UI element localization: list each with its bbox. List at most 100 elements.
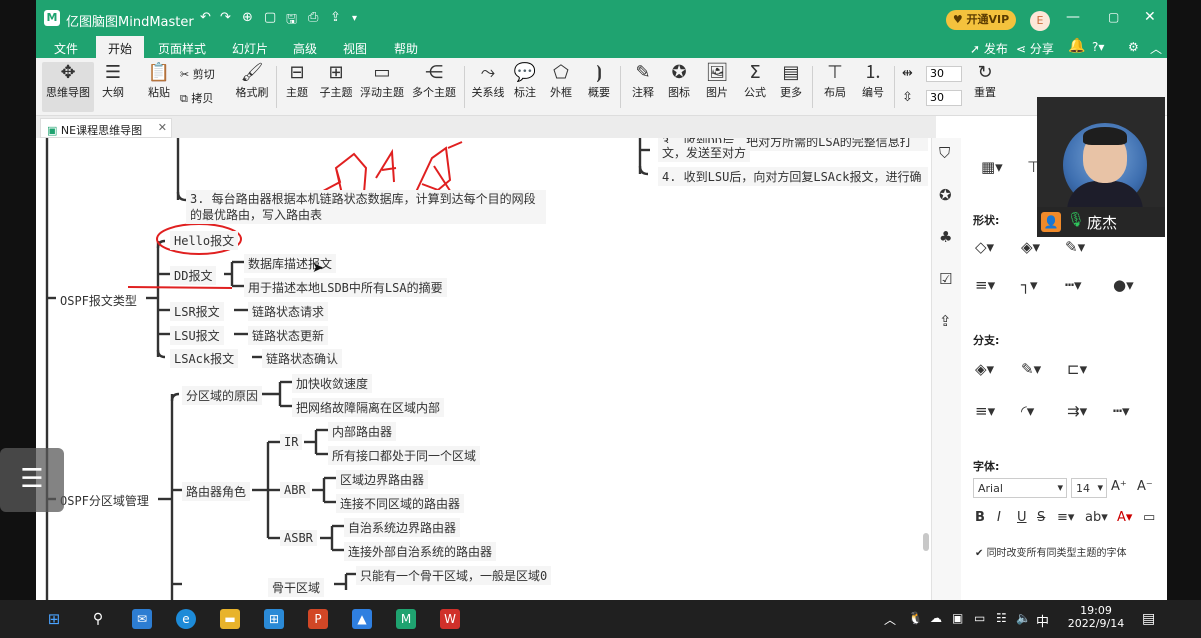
menu-slides[interactable]: 幻灯片 (232, 40, 268, 57)
ir-detail-node[interactable]: 所有接口都处于同一个区域 (328, 446, 481, 465)
tray-app-icon[interactable]: ☁ (930, 611, 942, 625)
backbone-desc-node[interactable]: 只能有一个骨干区域，一般是区域0 (356, 566, 552, 585)
asbr-desc-node[interactable]: 自治系统边界路由器 (344, 518, 461, 537)
asbr-detail-node[interactable]: 连接外部自治系统的路由器 (344, 542, 497, 561)
lsu-packet-node[interactable]: LSU报文 (170, 326, 224, 345)
copy-button[interactable]: ⧉ 拷贝 (180, 90, 213, 106)
border-color-icon[interactable]: ✎▾ (1065, 238, 1085, 256)
backbone-area-node[interactable]: 骨干区域 (268, 578, 325, 597)
router-role-node[interactable]: 路由器角色 (182, 482, 251, 501)
lsr-desc-node[interactable]: 链路状态请求 (248, 302, 329, 321)
reason-isolation-node[interactable]: 把网络故障隔离在区域内部 (292, 398, 445, 417)
open-icon[interactable]: ▢ (264, 10, 276, 25)
route-calc-step-node[interactable]: 3. 每台路由器根据本机链路状态数据库，计算到达每个目的网段的最优路由，写入路由… (186, 190, 546, 224)
tray-chevron-icon[interactable]: ︿ (884, 611, 896, 628)
branch-arrow-icon[interactable]: ⇉▾ (1067, 402, 1087, 420)
outline-view-button[interactable]: ☰ 大纲 (98, 62, 128, 100)
font-family-select[interactable]: Arial ▾ (973, 478, 1067, 498)
font-grow-icon[interactable]: A⁺ (1111, 479, 1127, 494)
tray-app-icon[interactable]: ▣ (952, 611, 963, 625)
boundary-button[interactable]: ⬠ 外框 (548, 62, 574, 100)
menu-file[interactable]: 文件 (54, 40, 78, 57)
abr-detail-node[interactable]: 连接不同区域的路由器 (336, 494, 465, 513)
help-icon[interactable]: ?▾ (1092, 40, 1104, 54)
menu-page-style[interactable]: 页面样式 (158, 40, 206, 57)
cut-button[interactable]: ✂ 剪切 (180, 66, 215, 82)
export-icon[interactable]: ⇪ (330, 10, 341, 25)
bell-icon[interactable]: 🔔 (1068, 38, 1085, 54)
wps-icon[interactable]: W (440, 609, 460, 629)
h-spacing-input[interactable]: 30 (926, 66, 962, 82)
mindmaster-taskbar-icon[interactable]: M (396, 609, 416, 629)
bold-icon[interactable]: B (975, 510, 985, 525)
note-button[interactable]: ✎ 注释 (630, 62, 656, 100)
dash-style-icon[interactable]: ┅▾ (1065, 276, 1082, 294)
layout-grid-icon[interactable]: ▦▾ (981, 158, 1003, 176)
ime-indicator[interactable]: 中 (1036, 611, 1049, 630)
same-type-font-checkbox[interactable]: ✔ 同时改变所有同类型主题的字体 (975, 544, 1127, 559)
numbering-button[interactable]: ⒈ 编号 (860, 62, 886, 100)
vertical-scrollbar[interactable] (923, 533, 929, 551)
callout-button[interactable]: 💬 标注 (512, 62, 538, 100)
lsack-desc-node[interactable]: 链路状态确认 (262, 349, 343, 368)
style-panel-icon[interactable]: ⛉ (939, 144, 950, 162)
font-color-icon[interactable]: A▾ (1117, 510, 1132, 525)
battery-icon[interactable]: ▭ (974, 611, 985, 625)
mindmap-view-button[interactable]: ✥ 思维导图 (42, 62, 94, 112)
font-size-select[interactable]: 14 ▾ (1071, 478, 1107, 498)
highlight-icon[interactable]: ab▾ (1085, 510, 1108, 525)
topic-button[interactable]: ⊟ 主题 (284, 62, 310, 100)
icon-button[interactable]: ✪ 图标 (666, 62, 692, 100)
meeting-icon[interactable]: ▲ (352, 609, 372, 629)
lsack-packet-node[interactable]: LSAck报文 (170, 349, 239, 368)
summary-button[interactable]: ⦘ 概要 (586, 62, 612, 100)
lsr-packet-node[interactable]: LSR报文 (170, 302, 224, 321)
store-icon[interactable]: ⊞ (264, 609, 284, 629)
picture-button[interactable]: 🖼 图片 (704, 62, 730, 100)
notification-icon[interactable]: ▤ (1142, 611, 1155, 627)
reason-convergence-node[interactable]: 加快收敛速度 (292, 374, 373, 393)
shape-diamond-icon[interactable]: ◇▾ (975, 238, 994, 256)
abr-desc-node[interactable]: 区域边界路由器 (336, 470, 429, 489)
close-icon[interactable]: ✕ (1144, 9, 1156, 25)
branch-color-icon[interactable]: ✎▾ (1021, 360, 1041, 378)
mail-icon[interactable]: ✉ (132, 609, 152, 629)
minimize-icon[interactable]: — (1066, 9, 1080, 25)
menu-view[interactable]: 视图 (343, 40, 367, 57)
folder-icon[interactable]: ▬ (220, 609, 240, 629)
collapse-ribbon-icon[interactable]: ︿ (1150, 40, 1162, 57)
strikethrough-icon[interactable]: S (1037, 510, 1045, 525)
clipart-panel-icon[interactable]: ♣ (939, 228, 952, 246)
floating-menu-button[interactable]: ☰ (0, 448, 64, 512)
dd-summary-node[interactable]: 用于描述本地LSDB中所有LSA的摘要 (244, 278, 447, 297)
paste-button[interactable]: 📋 粘贴 (144, 62, 174, 100)
powerpoint-icon[interactable]: P (308, 609, 328, 629)
export-panel-icon[interactable]: ⇪ (939, 312, 952, 330)
task-panel-icon[interactable]: ☑ (939, 270, 952, 288)
font-shrink-icon[interactable]: A⁻ (1137, 479, 1153, 494)
new-icon[interactable]: ⊕ (242, 10, 253, 25)
lsack-step-node[interactable]: 4. 收到LSU后，向对方回复LSAck报文，进行确 (658, 167, 928, 186)
dd-packet-node[interactable]: DD报文 (170, 266, 217, 285)
abr-node[interactable]: ABR (280, 482, 310, 498)
lsu-step-node-line2[interactable]: 文，发送至对方 (658, 143, 751, 162)
undo-icon[interactable]: ↶ (200, 10, 211, 25)
volume-icon[interactable]: 🔈 (1016, 611, 1031, 625)
menu-start[interactable]: 开始 (96, 36, 145, 58)
user-avatar[interactable]: E (1030, 11, 1050, 31)
ospf-packet-types-node[interactable]: OSPF报文类型 (56, 291, 141, 310)
shadow-icon[interactable]: ●▾ (1113, 276, 1134, 294)
print-icon[interactable]: ⎙ (308, 10, 318, 25)
fill-color-icon[interactable]: ◈▾ (1021, 238, 1040, 256)
document-tab[interactable]: ▣ NE课程思维导图 ✕ (40, 118, 172, 138)
mindmap-canvas[interactable]: 3. 收到DD后，把对方所需的LSA的完整信息打 文，发送至对方 4. 收到LS… (36, 138, 931, 600)
branch-connector-icon[interactable]: ⊏▾ (1067, 360, 1087, 378)
redo-icon[interactable]: ↷ (220, 10, 231, 25)
hello-packet-node[interactable]: Hello报文 (170, 231, 239, 250)
lsu-desc-node[interactable]: 链路状态更新 (248, 326, 329, 345)
maximize-icon[interactable]: ▢ (1108, 10, 1119, 24)
corner-icon[interactable]: ┐▾ (1021, 276, 1038, 294)
ospf-area-node[interactable]: OSPF分区域管理 (56, 491, 153, 510)
subtopic-button[interactable]: ⊞ 子主题 (318, 62, 354, 100)
share-button[interactable]: ⋖ 分享 (1016, 40, 1054, 57)
